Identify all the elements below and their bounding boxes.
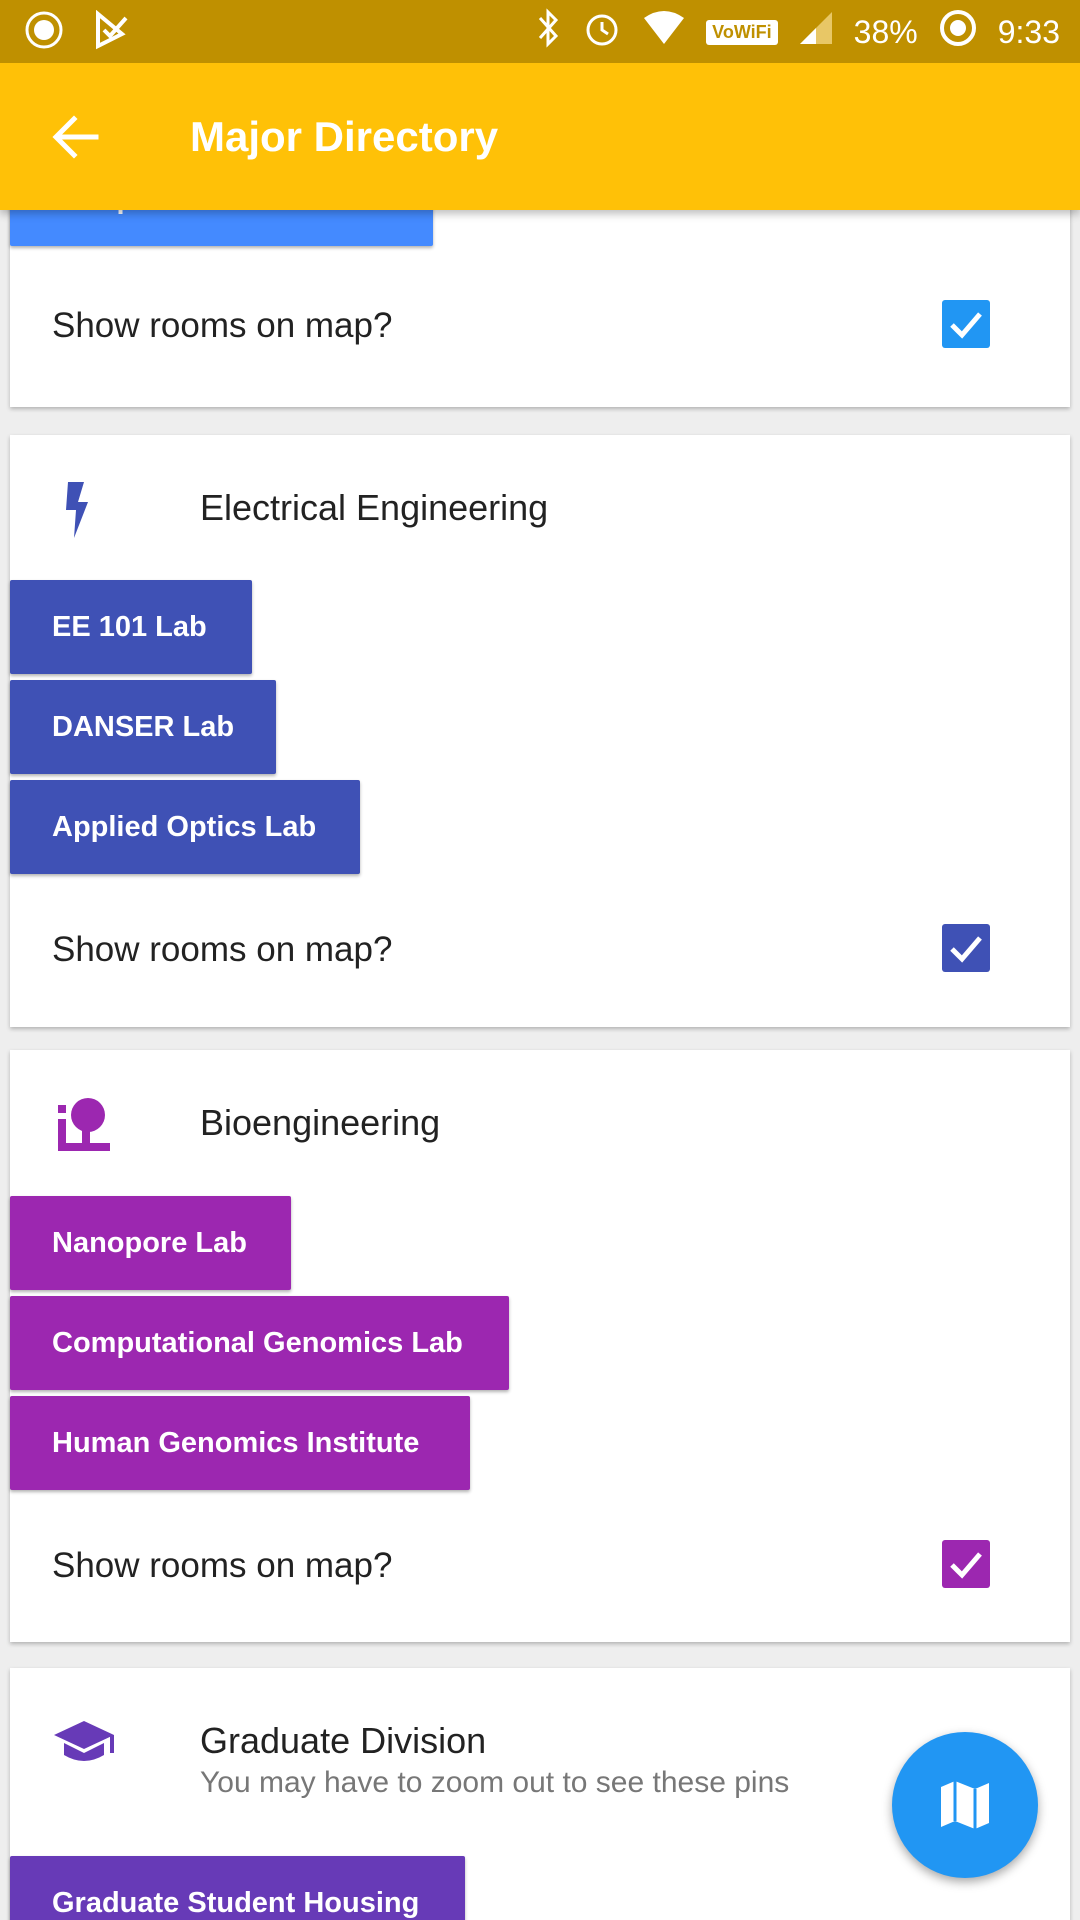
task-check-icon xyxy=(92,9,132,55)
app-bar: Major Directory xyxy=(0,63,1080,210)
section-title: Graduate Division xyxy=(200,1720,487,1761)
vowifi-badge: VoWiFi xyxy=(706,19,778,45)
check-icon xyxy=(950,936,982,963)
section-card-ee: Electrical Engineering EE 101 Lab DANSER… xyxy=(10,435,1070,1027)
section-title: Bioengineering xyxy=(200,1102,441,1143)
graduation-cap-icon xyxy=(50,1713,120,1773)
bluetooth-icon xyxy=(536,8,562,56)
show-rooms-label: Show rooms on map? xyxy=(52,930,393,969)
section-card-cs: Computer Networks Lab Show rooms on map? xyxy=(10,210,1070,407)
show-rooms-row-ee: Show rooms on map? xyxy=(10,912,1070,992)
microscope-icon xyxy=(50,1095,120,1155)
directory-list[interactable]: Computer Networks Lab Show rooms on map?… xyxy=(0,210,1080,1920)
show-rooms-row-cs: Show rooms on map? xyxy=(10,288,1070,368)
lab-button-computational-genomics[interactable]: Computational Genomics Lab xyxy=(10,1296,509,1390)
section-header-ee: Electrical Engineering xyxy=(10,435,1070,585)
status-bar: VoWiFi 38% 9:33 xyxy=(0,0,1080,63)
show-rooms-checkbox-ee[interactable] xyxy=(942,924,990,972)
clock: 9:33 xyxy=(997,13,1060,50)
section-header-bio: Bioengineering xyxy=(10,1050,1070,1200)
signal-icon xyxy=(798,10,834,54)
check-icon xyxy=(950,312,982,339)
section-title: Electrical Engineering xyxy=(200,487,549,528)
lightning-icon xyxy=(50,480,120,540)
show-rooms-label: Show rooms on map? xyxy=(52,1546,393,1585)
show-rooms-checkbox-bio[interactable] xyxy=(942,1540,990,1588)
show-rooms-label: Show rooms on map? xyxy=(52,306,393,345)
lab-button-human-genomics[interactable]: Human Genomics Institute xyxy=(10,1396,470,1490)
check-icon xyxy=(950,1552,982,1579)
record-icon xyxy=(24,10,64,55)
map-icon xyxy=(941,1781,989,1829)
lab-button-graduate-housing[interactable]: Graduate Student Housing xyxy=(10,1856,465,1920)
wifi-icon xyxy=(642,10,686,54)
lab-button-danser[interactable]: DANSER Lab xyxy=(10,680,276,774)
section-subtitle: You may have to zoom out to see these pi… xyxy=(200,1766,790,1799)
lab-button-computer-networks[interactable]: Computer Networks Lab xyxy=(10,210,433,246)
section-card-bio: Bioengineering Nanopore Lab Computationa… xyxy=(10,1050,1070,1642)
back-button[interactable] xyxy=(48,109,104,165)
map-fab-button[interactable] xyxy=(892,1732,1038,1878)
lab-button-applied-optics[interactable]: Applied Optics Lab xyxy=(10,780,360,874)
alarm-icon xyxy=(582,8,622,56)
data-saver-icon xyxy=(938,8,978,56)
arrow-back-icon xyxy=(52,115,99,159)
page-title: Major Directory xyxy=(190,113,499,160)
show-rooms-checkbox-cs[interactable] xyxy=(942,300,990,348)
lab-button-nanopore[interactable]: Nanopore Lab xyxy=(10,1196,291,1290)
battery-percent: 38% xyxy=(853,13,918,50)
show-rooms-row-bio: Show rooms on map? xyxy=(10,1528,1070,1608)
lab-button-ee-101[interactable]: EE 101 Lab xyxy=(10,580,252,674)
